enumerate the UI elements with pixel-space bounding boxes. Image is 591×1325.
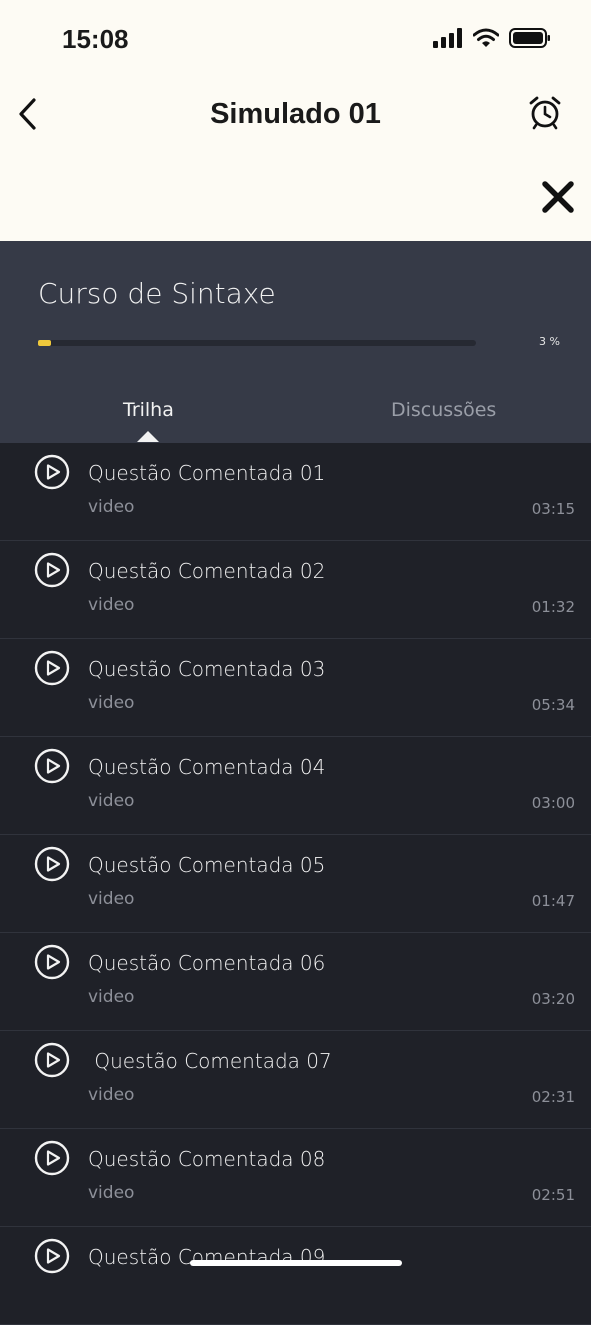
lesson-type: video (88, 595, 135, 615)
battery-icon (509, 28, 550, 48)
course-progress-bar (38, 340, 476, 346)
list-item[interactable]: Questão Comentada 08 video 02:51 (0, 1129, 591, 1227)
lesson-duration: 02:31 (531, 1088, 575, 1106)
play-circle-icon[interactable] (34, 552, 70, 588)
course-progress-label: 3 % (539, 335, 560, 348)
lesson-type: video (88, 1085, 135, 1105)
play-circle-icon[interactable] (34, 1140, 70, 1176)
alarm-button[interactable] (527, 95, 563, 131)
lesson-type: video (88, 987, 135, 1007)
lesson-title: Questão Comentada 05 (88, 853, 326, 877)
lesson-type: video (88, 889, 135, 909)
course-progress-fill (38, 340, 52, 346)
play-circle-icon[interactable] (34, 1042, 70, 1078)
lesson-title: Questão Comentada 08 (88, 1147, 326, 1171)
lesson-title: Questão Comentada 04 (88, 755, 326, 779)
play-circle-icon[interactable] (34, 650, 70, 686)
lesson-title: Questão Comentada 02 (88, 559, 326, 583)
close-icon (542, 181, 574, 213)
status-time: 15:08 (62, 24, 129, 54)
active-tab-indicator (137, 431, 159, 442)
lesson-duration: 01:47 (531, 892, 575, 910)
status-icons (433, 28, 551, 48)
lesson-title: Questão Comentada 06 (88, 951, 326, 975)
lesson-type: video (88, 497, 135, 517)
play-circle-icon[interactable] (34, 944, 70, 980)
play-circle-icon[interactable] (34, 846, 70, 882)
close-button[interactable] (539, 178, 577, 216)
list-item[interactable]: Questão Comentada 07 video 02:31 (0, 1031, 591, 1129)
play-circle-icon[interactable] (34, 1238, 70, 1274)
play-circle-icon[interactable] (34, 454, 70, 490)
lesson-duration: 03:00 (531, 794, 575, 812)
signal-icon (433, 28, 462, 48)
lesson-list: Questão Comentada 01 video 03:15 Questão Co… (0, 443, 591, 1325)
list-item[interactable]: Questão Comentada 03 video 05:34 (0, 639, 591, 737)
list-item[interactable]: Questão Comentada 04 video 03:00 (0, 737, 591, 835)
home-indicator (190, 1260, 402, 1266)
list-item[interactable]: Questão Comentada 01 video 03:15 (0, 443, 591, 541)
list-item[interactable]: Questão Comentada 05 video 01:47 (0, 835, 591, 933)
lesson-type: video (88, 791, 135, 811)
course-title: Curso de Sintaxe (38, 277, 276, 310)
top-bar: 15:08 Simulado 01 (0, 0, 591, 241)
lesson-type: video (88, 693, 135, 713)
lesson-duration: 01:32 (531, 598, 575, 616)
tab-discussoes[interactable]: Discussões (391, 399, 496, 421)
lesson-title: Questão Comentada 01 (88, 461, 326, 485)
lesson-type: video (88, 1183, 135, 1203)
wifi-icon (473, 28, 499, 47)
lesson-title: Questão Comentada 07 (88, 1049, 332, 1073)
lesson-duration: 03:15 (531, 500, 575, 518)
course-header: Curso de Sintaxe 3 % Trilha Discussões (0, 241, 591, 443)
lesson-duration: 02:51 (531, 1186, 575, 1204)
lesson-duration: 05:34 (531, 696, 575, 714)
alarm-clock-icon (529, 96, 561, 130)
tab-trilha[interactable]: Trilha (123, 399, 174, 421)
lesson-duration: 03:20 (531, 990, 575, 1008)
list-item[interactable]: Questão Comentada 02 video 01:32 (0, 541, 591, 639)
play-circle-icon[interactable] (34, 748, 70, 784)
list-item[interactable]: Questão Comentada 06 video 03:20 (0, 933, 591, 1031)
lesson-title: Questão Comentada 03 (88, 657, 326, 681)
page-title: Simulado 01 (210, 98, 381, 130)
list-item[interactable]: Questão Comentada 09 (0, 1227, 591, 1325)
